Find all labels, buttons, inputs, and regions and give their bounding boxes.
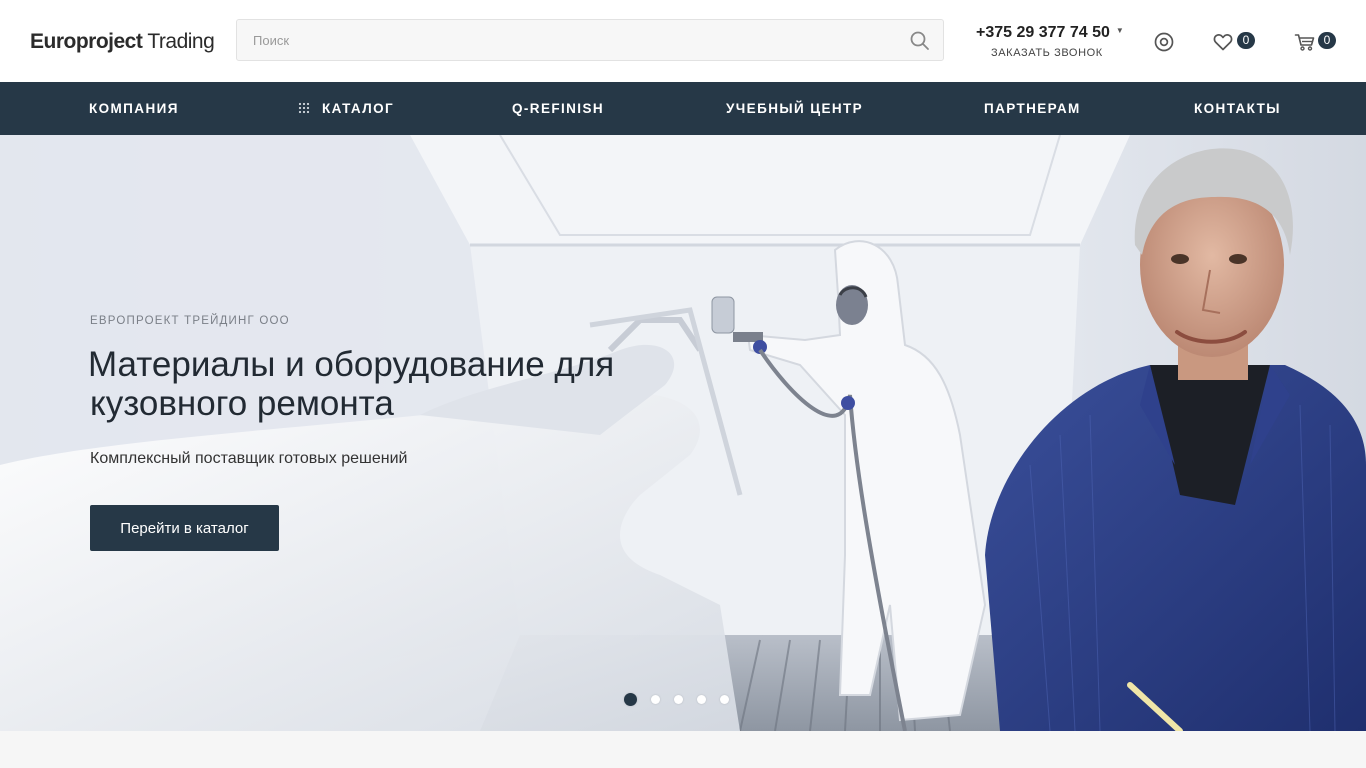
logo[interactable]: Europroject Trading [30, 30, 215, 54]
nav-item-catalog-label: Каталог [322, 101, 395, 116]
slider-dot-5[interactable] [720, 695, 729, 705]
search-input[interactable] [237, 20, 877, 60]
nav-item-contacts[interactable]: Контакты [1194, 82, 1281, 135]
content-area-top [0, 731, 1366, 768]
site-header: EuroprojectTrading +375 29 377 74 50 ▼ За… [0, 0, 1366, 82]
nav-item-q-refinish[interactable]: Q-Refinish [512, 82, 604, 135]
slider-dot-2[interactable] [651, 695, 660, 705]
heart-icon[interactable] [1212, 31, 1234, 53]
hero-title-line-1: Материалы и оборудование для [88, 345, 615, 384]
grid-dots-icon [298, 102, 310, 114]
logo-text-bold: Europroject [30, 30, 143, 53]
search-box [236, 19, 944, 61]
logo-text-light: Trading [147, 30, 215, 53]
slider-dot-3[interactable] [674, 695, 683, 705]
nav-item-catalog[interactable]: Каталог [298, 82, 394, 135]
go-to-catalog-button[interactable]: Перейти в каталог [90, 505, 279, 551]
nav-item-company[interactable]: Компания [89, 82, 179, 135]
main-nav: Компания Каталог Q-Refinish Учебный цент… [0, 82, 1366, 135]
hero-background-image [0, 135, 1366, 731]
favorites-count-badge: 0 [1237, 32, 1255, 49]
search-icon[interactable] [909, 30, 931, 52]
hero-eyebrow: Европроект Трейдинг ООО [90, 315, 290, 327]
slider-dot-4[interactable] [697, 695, 706, 705]
user-circle-icon[interactable] [1153, 31, 1175, 53]
hero-title-line-2: кузовного ремонта [90, 384, 394, 423]
callback-link[interactable]: Заказать звонок [991, 47, 1103, 59]
slider-dot-1[interactable] [624, 693, 637, 707]
nav-item-training-center[interactable]: Учебный центр [726, 82, 863, 135]
cart-icon[interactable] [1294, 31, 1316, 53]
phone-text: +375 29 377 74 50 [976, 24, 1110, 41]
slider-pagination [624, 691, 743, 707]
cart-count-badge: 0 [1318, 32, 1336, 49]
hero-title: Материалы и оборудование для кузовного р… [88, 345, 688, 423]
phone-number[interactable]: +375 29 377 74 50 ▼ [976, 24, 1124, 42]
hero-slider: Европроект Трейдинг ООО Материалы и обор… [0, 135, 1366, 731]
nav-item-partners[interactable]: Партнерам [984, 82, 1081, 135]
hero-subtitle: Комплексный поставщик готовых решений [90, 450, 408, 467]
chevron-down-icon: ▼ [1115, 26, 1124, 35]
